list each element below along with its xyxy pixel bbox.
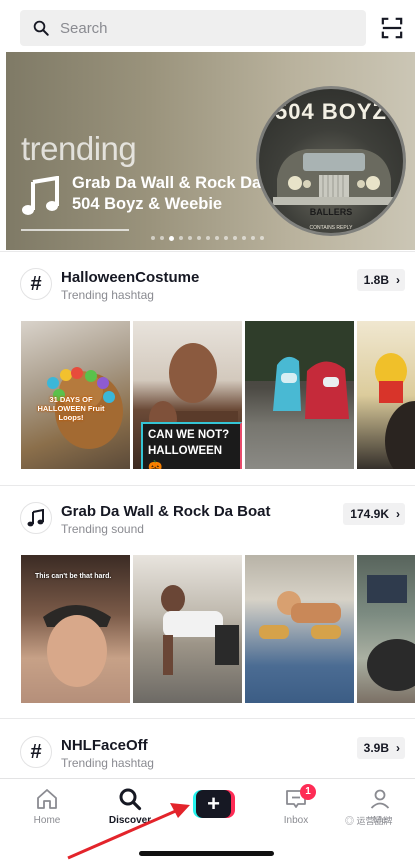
pushup-image — [161, 585, 239, 675]
trend-title: NHLFaceOff — [61, 737, 148, 754]
profile-icon — [370, 789, 390, 809]
inbox-badge: 1 — [300, 784, 316, 800]
album-art: 504 BOYZ BALLERS CONTAINS REPLY — [256, 86, 406, 236]
search-icon — [119, 788, 142, 811]
scan-icon[interactable] — [381, 17, 403, 39]
trending-banner[interactable]: trending Grab Da Wall & Rock Da Boat 504… — [6, 52, 415, 250]
toys-image — [245, 321, 354, 419]
chevron-right-icon: › — [396, 741, 400, 755]
carousel-dot[interactable] — [224, 236, 228, 240]
view-count: 1.8B — [363, 273, 389, 287]
view-count-button[interactable]: 3.9B › — [356, 737, 405, 759]
banner-artist: 504 Boyz & Weebie — [72, 195, 223, 213]
nav-home[interactable]: Home — [12, 787, 82, 826]
carousel-dot[interactable] — [215, 236, 219, 240]
music-note-icon — [20, 502, 52, 534]
divider — [0, 251, 415, 252]
carousel-dot[interactable] — [251, 236, 255, 240]
video-thumbnail[interactable] — [245, 321, 354, 469]
plus-icon: + — [196, 790, 231, 818]
nav-discover-label: Discover — [108, 815, 152, 826]
carousel-dot[interactable] — [160, 236, 164, 240]
thumbnail-caption: CAN WE NOT? HALLOWEEN 🎃 — [141, 422, 242, 469]
video-thumbnail[interactable]: This can't be that hard. — [21, 555, 130, 703]
carousel-dot[interactable] — [179, 236, 183, 240]
album-subtext: CONTAINS REPLY — [309, 225, 353, 231]
car-image — [273, 149, 395, 205]
nav-discover[interactable]: Discover — [95, 787, 165, 826]
trend-title: Grab Da Wall & Rock Da Boat — [61, 503, 271, 520]
trend-header-halloweencostume[interactable]: # HalloweenCostume Trending hashtag 1.8B… — [20, 268, 405, 304]
watermark: ◎ 运营品牌 — [345, 816, 393, 826]
trend-subtitle: Trending sound — [61, 522, 144, 536]
chevron-right-icon: › — [396, 507, 400, 521]
thumbnail-caption: This can't be that hard. — [35, 573, 112, 580]
thumbnail-caption: 31 DAYS OF HALLOWEEN Fruit Loops! — [37, 395, 105, 422]
music-note-icon — [22, 176, 59, 215]
search-icon — [33, 20, 49, 36]
home-icon — [37, 789, 57, 809]
search-placeholder: Search — [60, 19, 108, 37]
divider — [0, 718, 415, 719]
carousel-dot[interactable] — [188, 236, 192, 240]
album-title: 504 BOYZ — [275, 99, 387, 124]
carousel-dot[interactable] — [233, 236, 237, 240]
nav-inbox[interactable]: Inbox — [261, 787, 331, 826]
trend-subtitle: Trending hashtag — [61, 288, 154, 302]
trend-subtitle: Trending hashtag — [61, 756, 154, 770]
hashtag-icon: # — [20, 736, 52, 768]
view-count-button[interactable]: 174.9K › — [343, 503, 405, 525]
view-count-button[interactable]: 1.8B › — [356, 269, 405, 291]
video-thumbnail[interactable] — [357, 321, 415, 469]
carousel-dot[interactable] — [260, 236, 264, 240]
carousel-dot[interactable] — [242, 236, 246, 240]
banner-progress-line — [21, 229, 129, 231]
video-thumbnail[interactable]: 31 DAYS OF HALLOWEEN Fruit Loops! — [21, 321, 130, 469]
video-thumbnail[interactable] — [133, 555, 242, 703]
chevron-right-icon: › — [396, 273, 400, 287]
view-count: 174.9K — [350, 507, 389, 521]
trend-title: HalloweenCostume — [61, 269, 200, 286]
hashtag-icon: # — [20, 268, 52, 300]
carousel-dots[interactable] — [151, 235, 264, 241]
partial-image — [375, 353, 415, 469]
plate-text: BALLERS — [309, 207, 353, 217]
carousel-dot[interactable] — [197, 236, 201, 240]
video-thumbnail[interactable] — [357, 555, 415, 703]
carousel-dot[interactable] — [151, 236, 155, 240]
search-input[interactable]: Search — [20, 10, 366, 46]
create-button[interactable]: + — [193, 790, 235, 818]
carousel-dot[interactable] — [206, 236, 210, 240]
thumbnail-row: This can't be that hard. — [21, 555, 415, 703]
nav-inbox-label: Inbox — [283, 815, 309, 826]
video-thumbnail[interactable] — [245, 555, 354, 703]
nav-home-label: Home — [33, 815, 61, 826]
partial-image — [367, 575, 415, 691]
video-thumbnail[interactable]: CAN WE NOT? HALLOWEEN 🎃 — [133, 321, 242, 469]
thumbnail-row: 31 DAYS OF HALLOWEEN Fruit Loops! CAN WE… — [21, 321, 415, 469]
carousel-dot[interactable] — [169, 235, 174, 241]
banner-label: trending — [21, 130, 137, 167]
home-indicator — [139, 851, 274, 856]
view-count: 3.9B — [363, 741, 389, 755]
pushup-image — [259, 591, 341, 639]
trend-header-nhlfaceoff[interactable]: # NHLFaceOff Trending hashtag 3.9B › — [20, 736, 405, 772]
trend-header-sound[interactable]: Grab Da Wall & Rock Da Boat Trending sou… — [20, 502, 405, 538]
search-row: Search — [20, 10, 403, 46]
divider — [0, 485, 415, 486]
